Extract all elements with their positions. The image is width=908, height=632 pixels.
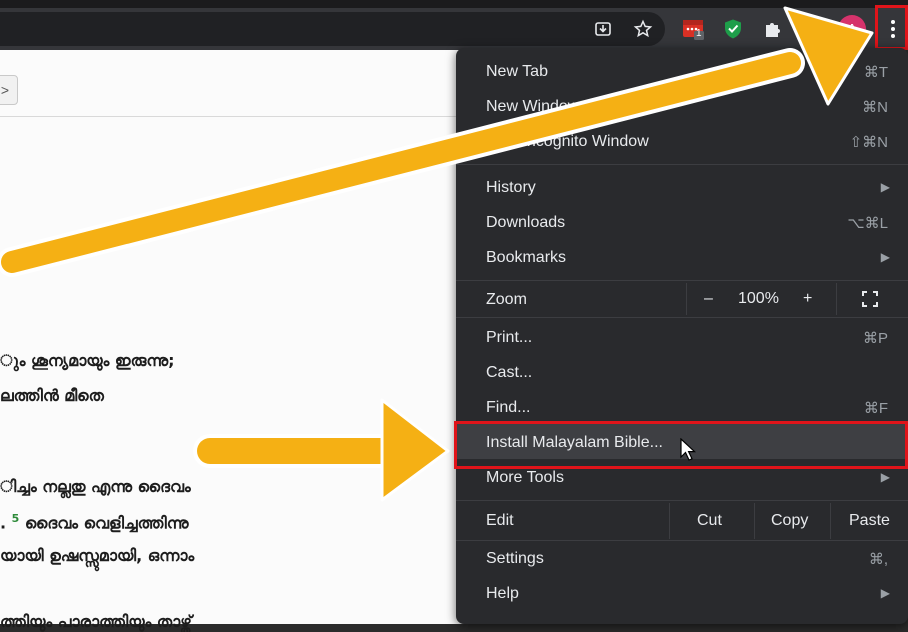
lower-arrow-icon [193,398,450,502]
annotation-arrows [0,6,874,502]
upper-arrow-icon [0,6,874,277]
